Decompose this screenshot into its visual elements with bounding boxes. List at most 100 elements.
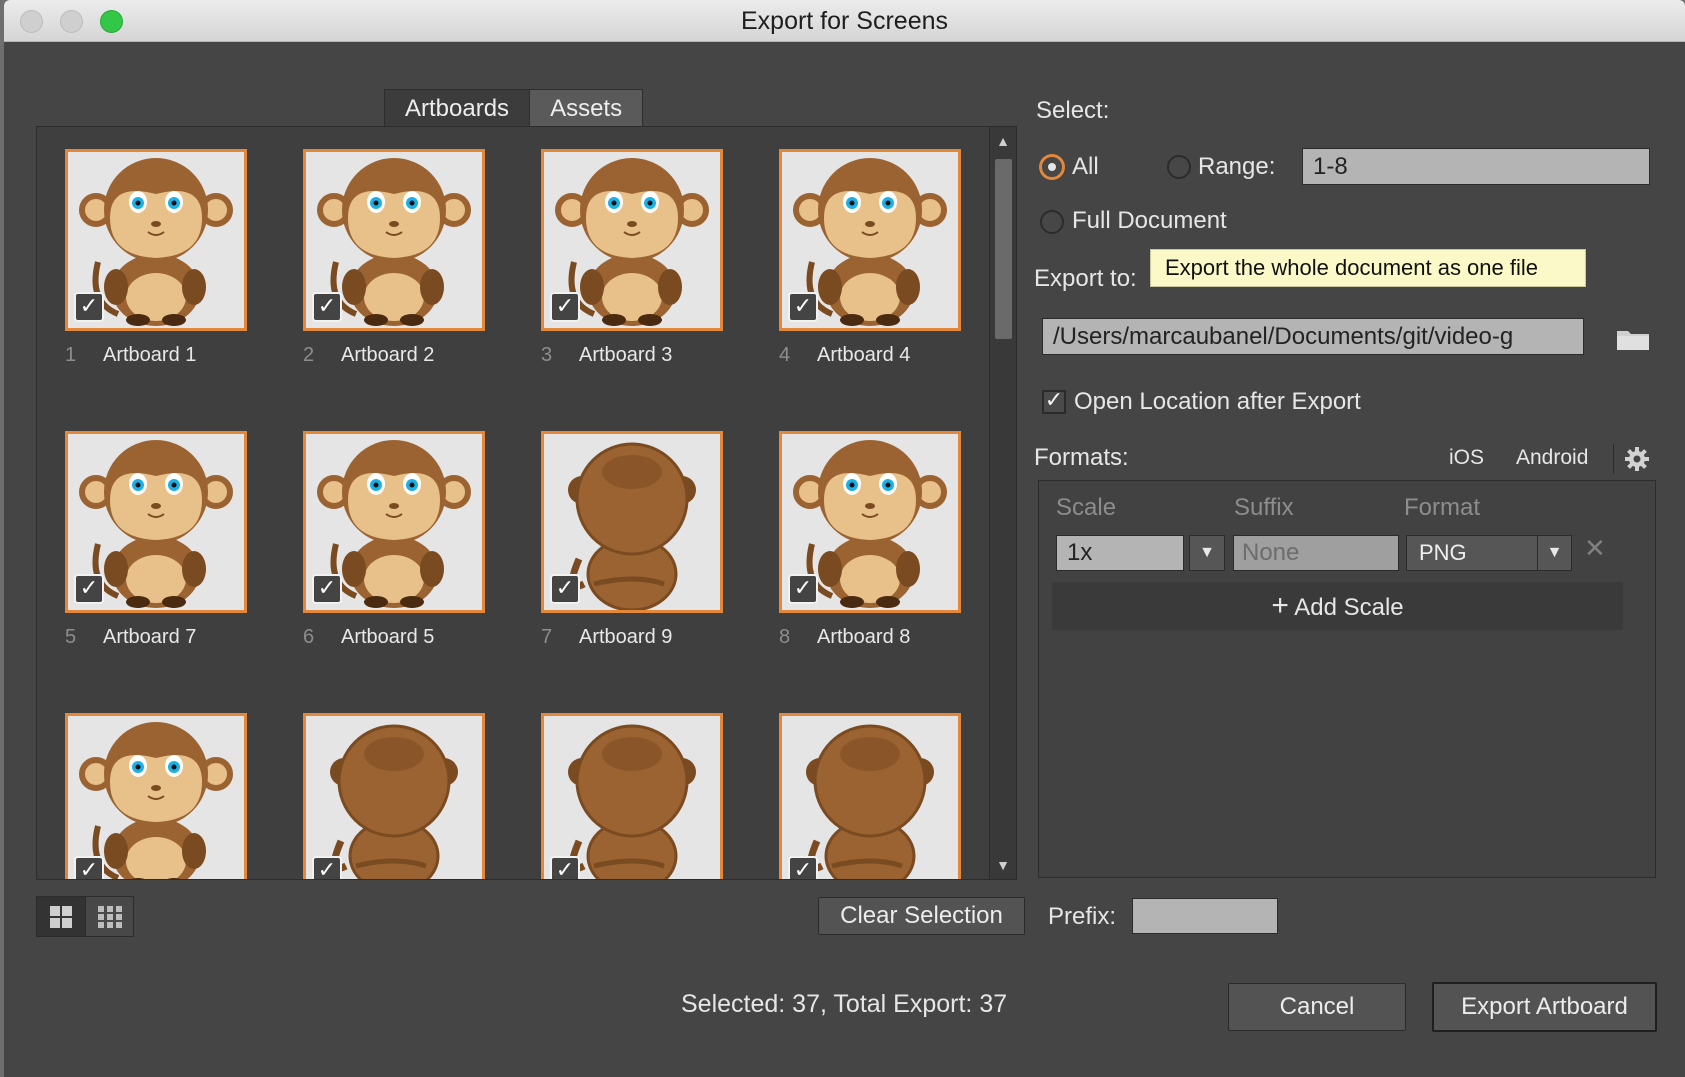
artboard-thumbnail[interactable]: ✓ [541,149,723,331]
artboard-card[interactable]: ✓ [65,713,247,879]
range-input[interactable]: 1-8 [1302,148,1650,185]
artboard-checkbox[interactable]: ✓ [550,856,580,879]
full-document-radio[interactable] [1040,210,1064,234]
plus-icon: + [1271,589,1289,622]
artboard-number: 5 [65,626,77,648]
select-range-label[interactable]: Range: [1198,153,1275,181]
artboard-name[interactable]: Artboard 8 [817,626,910,648]
scroll-up-arrow-icon[interactable]: ▲ [990,129,1016,153]
artboard-checkbox[interactable]: ✓ [788,292,818,322]
artboard-grid: ✓ 1 Artboard 1 ✓ 2 Artboard 2 ✓ 3 Artboa… [36,126,1017,880]
open-location-label[interactable]: Open Location after Export [1074,388,1361,416]
artboard-caption: 8 Artboard 8 [779,626,1016,649]
small-grid-icon[interactable] [85,897,133,936]
window-title: Export for Screens [740,7,949,35]
artboard-thumbnail[interactable]: ✓ [303,431,485,613]
artboard-card[interactable]: ✓ [779,713,961,879]
artboard-card[interactable]: ✓ 7 Artboard 9 [541,431,723,648]
android-preset-button[interactable]: Android [1516,446,1588,470]
formats-divider [1613,444,1614,474]
artboard-card[interactable]: ✓ [303,713,485,879]
title-bar: Export for Screens [4,0,1685,42]
remove-scale-close-icon[interactable]: ✕ [1584,533,1606,564]
suffix-input[interactable]: None [1233,535,1399,571]
artboard-card[interactable]: ✓ 6 Artboard 5 [303,431,485,648]
artboard-name[interactable]: Artboard 3 [579,344,672,366]
open-location-checkbox[interactable]: ✓ [1042,390,1066,414]
selection-status: Selected: 37, Total Export: 37 [681,990,1008,1018]
artboard-thumbnail[interactable]: ✓ [541,713,723,879]
select-range-radio[interactable] [1167,155,1191,179]
artboard-name[interactable]: Artboard 4 [817,344,910,366]
artboard-number: 3 [541,344,553,366]
artboard-thumbnail[interactable]: ✓ [779,431,961,613]
artboard-thumbnail[interactable]: ✓ [65,431,247,613]
artboard-name[interactable]: Artboard 7 [103,626,196,648]
folder-icon[interactable] [1616,327,1650,351]
artboard-checkbox[interactable]: ✓ [788,856,818,879]
suffix-column-header: Suffix [1234,494,1294,521]
artboard-number: 4 [779,344,791,366]
clear-selection-button[interactable]: Clear Selection [818,897,1025,935]
artboard-number: 1 [65,344,77,366]
artboard-caption: 5 Artboard 7 [65,626,325,649]
large-grid-icon[interactable] [37,897,85,936]
format-dropdown-chevron-icon: ▼ [1537,536,1571,570]
artboard-checkbox[interactable]: ✓ [788,574,818,604]
artboard-checkbox[interactable]: ✓ [550,292,580,322]
artboard-name[interactable]: Artboard 5 [341,626,434,648]
view-mode-toggle [36,896,134,937]
ios-preset-button[interactable]: iOS [1449,446,1484,470]
select-all-radio[interactable] [1040,155,1064,179]
tab-assets[interactable]: Assets [530,90,643,127]
select-all-label[interactable]: All [1072,153,1099,181]
artboard-checkbox[interactable]: ✓ [550,574,580,604]
full-document-label[interactable]: Full Document [1072,207,1227,235]
cancel-button[interactable]: Cancel [1228,983,1406,1031]
scrollbar-thumb[interactable] [995,159,1012,339]
artboard-checkbox[interactable]: ✓ [74,574,104,604]
artboard-card[interactable]: ✓ 4 Artboard 4 [779,149,961,366]
artboard-number: 7 [541,626,553,648]
tab-artboards[interactable]: Artboards [385,90,531,127]
vertical-scrollbar[interactable]: ▲ ▼ [989,127,1016,879]
artboard-thumbnail[interactable]: ✓ [541,431,723,613]
export-artboard-button[interactable]: Export Artboard [1432,982,1657,1032]
artboard-caption: 7 Artboard 9 [541,626,801,649]
artboard-number: 2 [303,344,315,366]
artboard-checkbox[interactable]: ✓ [74,292,104,322]
scale-column-header: Scale [1056,494,1117,521]
gear-icon[interactable] [1624,446,1650,472]
artboard-thumbnail[interactable]: ✓ [303,713,485,879]
artboard-name[interactable]: Artboard 1 [103,344,196,366]
artboard-card[interactable]: ✓ 2 Artboard 2 [303,149,485,366]
artboard-name[interactable]: Artboard 9 [579,626,672,648]
artboard-thumbnail[interactable]: ✓ [779,149,961,331]
artboard-checkbox[interactable]: ✓ [312,292,342,322]
formats-label: Formats: [1034,444,1129,471]
artboard-thumbnail[interactable]: ✓ [65,149,247,331]
artboard-card[interactable]: ✓ 3 Artboard 3 [541,149,723,366]
scroll-down-arrow-icon[interactable]: ▼ [990,853,1016,877]
format-select[interactable]: PNG ▼ [1406,535,1572,571]
artboard-card[interactable]: ✓ [541,713,723,879]
artboard-checkbox[interactable]: ✓ [312,856,342,879]
artboard-name[interactable]: Artboard 2 [341,344,434,366]
artboard-thumbnail[interactable]: ✓ [779,713,961,879]
artboard-checkbox[interactable]: ✓ [74,856,104,879]
artboard-thumbnail[interactable]: ✓ [303,149,485,331]
artboard-checkbox[interactable]: ✓ [312,574,342,604]
export-path-field[interactable]: /Users/marcaubanel/Documents/git/video-g [1042,318,1584,355]
artboard-caption: 1 Artboard 1 [65,344,325,367]
add-scale-label: Add Scale [1294,594,1404,621]
scale-input[interactable]: 1x [1056,535,1184,571]
artboard-card[interactable]: ✓ 1 Artboard 1 [65,149,247,366]
artboard-card[interactable]: ✓ 8 Artboard 8 [779,431,961,648]
add-scale-button[interactable]: + Add Scale [1052,582,1623,630]
scale-dropdown-chevron-icon[interactable]: ▼ [1189,535,1225,571]
artboard-caption: 6 Artboard 5 [303,626,563,649]
prefix-input[interactable] [1132,898,1278,934]
artboard-card[interactable]: ✓ 5 Artboard 7 [65,431,247,648]
artboard-thumbnail[interactable]: ✓ [65,713,247,879]
select-label: Select: [1036,97,1110,124]
